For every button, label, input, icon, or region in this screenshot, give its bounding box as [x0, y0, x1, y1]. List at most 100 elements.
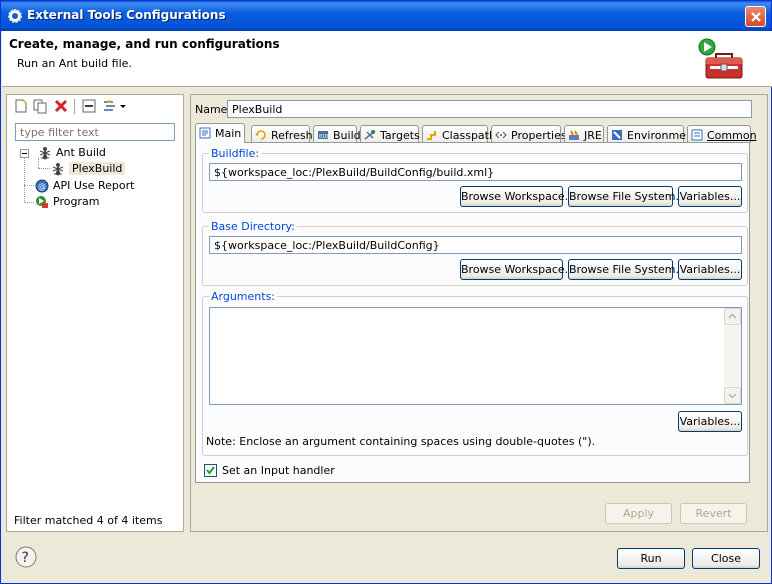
tab-common[interactable]: Common [687, 125, 757, 143]
browse-workspace-button[interactable]: Browse Workspace... [460, 186, 575, 207]
tab-label: JRE [584, 129, 602, 142]
input-handler-checkbox[interactable] [204, 464, 217, 477]
collapse-toggle-icon[interactable] [20, 149, 29, 158]
arguments-variables-button[interactable]: Variables... [678, 411, 742, 432]
browse-file-system-button[interactable]: Browse File System... [568, 259, 686, 280]
revert-button[interactable]: Revert [680, 503, 747, 524]
tree-item-label: API Use Report [53, 179, 135, 192]
tab-refresh[interactable]: Refresh [251, 125, 313, 143]
close-button[interactable]: Close [692, 548, 760, 569]
name-input[interactable] [227, 100, 752, 118]
duplicate-icon[interactable] [32, 98, 48, 114]
tree-item-ant-build[interactable]: Ant Build [18, 145, 178, 161]
arguments-textarea[interactable] [209, 307, 742, 405]
buildfile-title: Buildfile: [209, 147, 262, 160]
filter-input[interactable] [15, 123, 175, 141]
tab-jre[interactable]: JRE [564, 125, 604, 143]
name-label: Name: [195, 103, 232, 116]
arguments-note: Note: Enclose an argument containing spa… [206, 435, 596, 448]
svg-text:?: ? [22, 550, 29, 566]
title-bar[interactable]: External Tools Configurations [1, 1, 771, 31]
tree-line [24, 157, 25, 203]
api-report-icon: @ [35, 179, 49, 193]
chevron-up-icon [728, 313, 737, 319]
editor-tabs: Main Refresh 010 Build Targets Classpath… [195, 123, 765, 143]
main-tab-icon [199, 127, 211, 139]
tree-item-label: PlexBuild [69, 162, 126, 175]
tab-label: Main [215, 127, 242, 140]
browse-workspace-button[interactable]: Browse Workspace... [460, 259, 575, 280]
base-directory-variables-button[interactable]: Variables... [678, 259, 742, 280]
header-banner: Create, manage, and run configurations R… [2, 31, 772, 87]
environment-icon [612, 130, 622, 140]
tree-line [24, 185, 34, 186]
apply-button[interactable]: Apply [605, 503, 672, 524]
buildfile-group: Buildfile: Browse Workspace... Browse Fi… [202, 147, 748, 213]
buildfile-input[interactable] [209, 163, 742, 181]
input-handler-label: Set an Input handler [222, 464, 335, 477]
toolbar-separator [74, 99, 75, 114]
base-directory-title: Base Directory: [209, 220, 297, 233]
buildfile-variables-button[interactable]: Variables... [678, 186, 742, 207]
tab-label: Build [333, 129, 361, 142]
ant-icon [39, 147, 51, 160]
run-button[interactable]: Run [617, 548, 685, 569]
program-icon [36, 196, 48, 208]
svg-text:010: 010 [319, 134, 328, 140]
tab-label: Targets [380, 129, 420, 142]
tab-main[interactable]: Main [195, 123, 245, 143]
filter-icon[interactable] [101, 98, 117, 114]
targets-icon [364, 130, 376, 140]
tab-label: Properties [511, 129, 567, 142]
checkmark-icon [206, 466, 215, 475]
new-configuration-icon[interactable] [13, 98, 29, 114]
classpath-icon [427, 131, 436, 140]
chevron-down-icon [728, 393, 737, 399]
tree-item-api-use-report[interactable]: @ API Use Report [34, 178, 174, 194]
close-icon [751, 12, 761, 22]
scroll-down-button[interactable] [724, 387, 741, 404]
tab-build[interactable]: 010 Build [313, 125, 361, 143]
svg-text:@: @ [38, 182, 46, 191]
common-icon [691, 129, 703, 141]
tree-item-plexbuild[interactable]: PlexBuild [49, 161, 126, 177]
tab-label: Common [707, 129, 757, 142]
window-title: External Tools Configurations [27, 8, 226, 22]
banner-subtitle: Run an Ant build file. [17, 57, 132, 70]
tab-classpath[interactable]: Classpath [422, 125, 496, 143]
tab-label: Refresh [271, 129, 313, 142]
base-directory-input[interactable] [209, 236, 742, 254]
tab-environment[interactable]: Environment [607, 125, 697, 143]
base-directory-group: Base Directory: Browse Workspace... Brow… [202, 220, 748, 286]
configuration-editor: Name: Main Refresh 010 Build Targets Cla… [190, 94, 768, 532]
banner-title: Create, manage, and run configurations [9, 37, 280, 51]
tree-item-program[interactable]: Program [34, 194, 174, 210]
help-icon[interactable]: ? [15, 546, 37, 568]
tab-label: Classpath [442, 129, 496, 142]
arguments-title: Arguments: [209, 290, 278, 303]
ant-icon [52, 163, 64, 176]
refresh-icon [255, 130, 266, 140]
tab-properties[interactable]: Properties [491, 125, 567, 143]
scroll-up-button[interactable] [724, 308, 741, 325]
main-tab-content: Buildfile: Browse Workspace... Browse Fi… [195, 142, 750, 483]
build-icon: 010 [318, 131, 328, 140]
gear-icon [8, 9, 22, 23]
properties-icon [495, 131, 507, 139]
tree-line [24, 202, 34, 203]
list-toolbar [7, 95, 183, 117]
vertical-scrollbar[interactable] [724, 308, 741, 404]
dialog-window: External Tools Configurations Create, ma… [0, 0, 772, 584]
tree-item-label: Ant Build [56, 146, 106, 159]
tab-targets[interactable]: Targets [360, 125, 420, 143]
close-window-button[interactable] [745, 6, 766, 27]
collapse-all-icon[interactable] [81, 98, 97, 114]
arguments-group: Arguments: Variables... [202, 290, 748, 456]
tree-item-label: Program [53, 195, 100, 208]
browse-file-system-button[interactable]: Browse File System... [568, 186, 686, 207]
filter-status: Filter matched 4 of 4 items [14, 514, 163, 527]
chevron-down-icon[interactable] [119, 98, 127, 114]
jre-icon [569, 130, 579, 140]
delete-icon[interactable] [53, 98, 69, 114]
configuration-list-panel: Ant Build PlexBuild @ API Use Report [6, 94, 184, 532]
